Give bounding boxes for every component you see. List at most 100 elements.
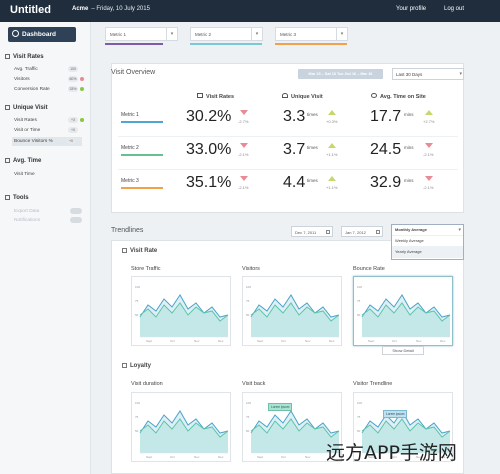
x-tick-label: Sept: [257, 455, 264, 459]
trend-down-icon: [425, 176, 433, 181]
chart-tooltip: Lorem ipsum: [268, 403, 293, 411]
section-title: Unique Visit: [13, 105, 48, 111]
app-title: Untitled: [10, 4, 51, 16]
dropdown-option-yearly[interactable]: Yearly Average: [392, 247, 463, 258]
sidebar-section-unique-visit[interactable]: Unique Visit: [5, 105, 48, 111]
item-label: Visit Rates: [14, 118, 37, 123]
metric-3-color-bar: [275, 43, 347, 45]
sidebar-item-visit-time[interactable]: Visit Time: [14, 172, 84, 177]
row-divider: [118, 136, 458, 137]
count-badge: 100: [68, 66, 78, 72]
sparkline: [139, 294, 229, 338]
metric-1-select[interactable]: Metric 1 ▾: [105, 27, 178, 41]
x-tick-label: Dec: [329, 339, 335, 343]
trend-chart[interactable]: Sept Oct Nov Dec 100 75 50: [353, 276, 453, 346]
unique-visit-change: +1.1%: [326, 152, 338, 157]
x-tick-label: Sept: [146, 339, 153, 343]
org-name: Acme: [72, 6, 89, 12]
visit-rate-value: 35.1%: [186, 174, 232, 191]
item-label: Visitors: [14, 77, 30, 82]
clock-icon: [371, 93, 377, 98]
trend-up-icon: [328, 176, 336, 181]
date-range-badge[interactable]: Mar 15 – Sat 16 Tue Oct 16 – Mar 16: [298, 69, 383, 79]
dropdown-option-weekly[interactable]: Weekly Average: [392, 236, 463, 247]
visit-rate-change: -2.1%: [238, 185, 249, 190]
calendar-icon: [376, 230, 380, 234]
sidebar-item-notifications[interactable]: Notifications: [14, 217, 84, 223]
watermark: 远方APP手游网: [326, 442, 457, 464]
metric-color-line: [121, 187, 163, 189]
show-detail-button[interactable]: Show Detail: [382, 346, 424, 355]
section-icon: [5, 54, 10, 59]
visit-overview-title: Visit Overview: [111, 69, 156, 76]
section-title: Visit Rates: [13, 54, 44, 60]
column-label: Unique Visit: [291, 94, 323, 100]
group-title-visit-rate: Visit Rate: [122, 248, 157, 254]
y-tick-label: 100: [357, 401, 363, 405]
x-tick-label: Sept: [146, 455, 153, 459]
section-icon: [122, 363, 127, 368]
sidebar-item-visit-or-time[interactable]: Visit or Time +0: [14, 127, 84, 133]
aggregation-dropdown[interactable]: Monthly Average ▾ Weekly Average Yearly …: [391, 224, 464, 260]
unique-visit-unit: times: [307, 112, 318, 117]
y-tick-label: 100: [135, 401, 141, 405]
dropdown-selected[interactable]: Monthly Average: [392, 225, 463, 236]
count-badge: +3: [68, 117, 78, 123]
sidebar-item-visit-rates[interactable]: Visit Rates +3: [14, 117, 84, 123]
sidebar-item-export-data[interactable]: Export Data: [14, 208, 84, 214]
y-tick-label: 75: [135, 299, 139, 303]
toggle-switch[interactable]: [70, 217, 82, 223]
status-dot: [80, 87, 84, 91]
y-tick-label: 100: [357, 285, 363, 289]
avg-time-change: +2.7%: [423, 119, 435, 124]
metric-color-line: [121, 154, 163, 156]
sidebar-section-avg-time[interactable]: Avg. Time: [5, 158, 41, 164]
trend-down-icon: [240, 176, 248, 181]
y-tick-label: 50: [357, 313, 361, 317]
trend-chart[interactable]: Sept Oct Nov Dec 100 75 50: [242, 276, 342, 346]
trend-chart[interactable]: Sept Oct Nov Dec 100 75 50: [131, 392, 231, 462]
from-date-picker[interactable]: Dec 7, 2011: [291, 226, 333, 237]
trend-chart-title: Visitor Trendline: [353, 381, 393, 387]
profile-link[interactable]: Your profile: [396, 6, 426, 12]
group-title-loyalty: Loyalty: [122, 363, 151, 369]
sidebar-item-conversion-rate[interactable]: Conversion Rate 33%: [14, 86, 84, 92]
column-avg-time: Avg. Time on Site: [371, 93, 426, 100]
to-date-picker[interactable]: Jan 7, 2012: [341, 226, 383, 237]
user-icon: [282, 93, 288, 98]
x-tick-label: Oct: [170, 339, 175, 343]
sidebar-section-visit-rates[interactable]: Visit Rates: [5, 54, 44, 60]
visit-rate-value: 30.2%: [186, 108, 232, 125]
y-tick-label: 100: [135, 285, 141, 289]
dashboard-button[interactable]: Dashboard: [8, 27, 76, 42]
metric-name: Metric 1: [121, 112, 139, 118]
sparkline: [250, 294, 340, 338]
metric-name: Metric 2: [121, 145, 139, 151]
org-date: Acme – Friday, 10 July 2015: [72, 6, 150, 12]
period-select[interactable]: Last 30 Days ▾: [392, 68, 464, 80]
sidebar-item-avg-traffic[interactable]: Avg. Traffic 100: [14, 66, 84, 72]
chevron-down-icon: ▾: [166, 28, 177, 40]
cart-icon: [197, 93, 203, 98]
item-label: Export Data: [14, 209, 40, 214]
logout-link[interactable]: Log out: [444, 6, 464, 12]
section-icon: [5, 158, 10, 163]
sidebar-item-visitors[interactable]: Visitors 60%: [14, 76, 84, 82]
metric-2-select[interactable]: Metric 2 ▾: [190, 27, 263, 41]
trend-chart[interactable]: Sept Oct Nov Dec 100 75 50: [131, 276, 231, 346]
trend-down-icon: [240, 143, 248, 148]
sidebar-item-bounce-visitors[interactable]: Bounce Visitors % +0: [12, 137, 82, 146]
column-unique-visit: Unique Visit: [282, 93, 323, 100]
x-tick-label: Nov: [305, 339, 311, 343]
visit-rate-change: -2.7%: [238, 119, 249, 124]
avg-time-value: 24.5: [370, 141, 402, 158]
y-tick-label: 75: [357, 415, 361, 419]
toggle-switch[interactable]: [70, 208, 82, 214]
avg-time-value: 32.9: [370, 174, 402, 191]
unique-visit-value: 3.3: [283, 108, 306, 125]
sidebar-section-tools[interactable]: Tools: [5, 195, 29, 201]
chevron-down-icon: ▾: [251, 28, 262, 40]
dashboard-icon: [12, 30, 19, 37]
column-label: Avg. Time on Site: [380, 94, 426, 100]
metric-3-select[interactable]: Metric 3 ▾: [275, 27, 348, 41]
